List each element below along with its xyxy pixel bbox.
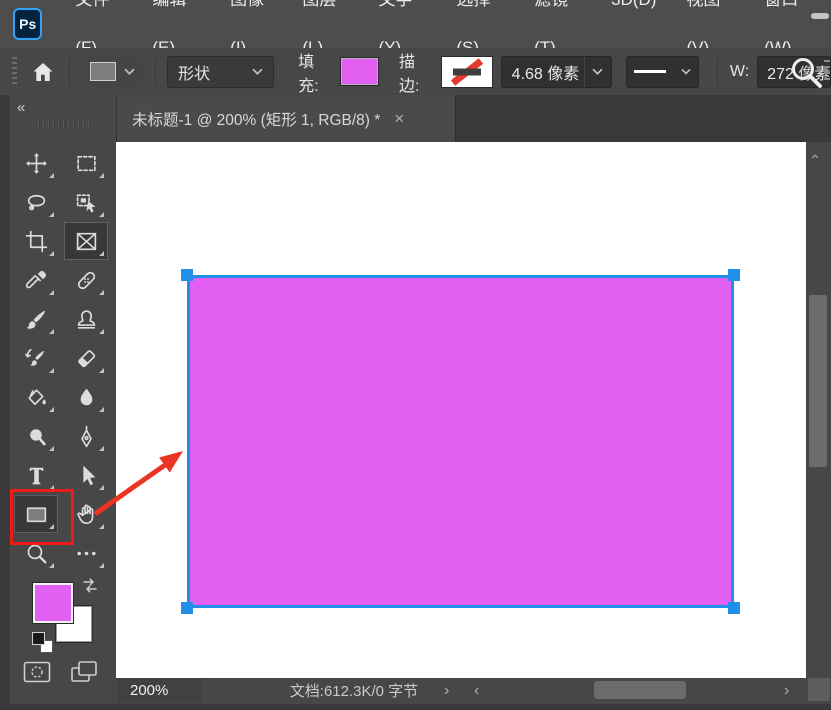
photoshop-logo-icon: Ps — [13, 8, 42, 40]
stroke-color-swatch[interactable] — [442, 57, 492, 87]
foreground-color-swatch[interactable] — [33, 583, 73, 623]
scroll-left-icon[interactable]: ‹ — [474, 678, 479, 703]
tools-panel: « — [10, 95, 117, 704]
screen-mode-icon[interactable] — [70, 659, 100, 685]
path-selection-tool[interactable] — [64, 456, 108, 494]
blur-tool[interactable] — [64, 378, 108, 416]
default-colors-icon[interactable] — [32, 632, 56, 654]
window-control-dash[interactable] — [811, 13, 829, 19]
collapse-panel-button[interactable]: « — [17, 99, 24, 116]
frame-tool[interactable] — [64, 222, 108, 260]
rectangle-preset-icon — [90, 62, 116, 81]
scroll-right-icon[interactable]: › — [784, 678, 789, 703]
status-expand-icon[interactable]: › — [444, 678, 449, 703]
left-edge-gutter — [0, 95, 10, 704]
options-bar: 形状 填充: 描边: 4.68 像素 W — [0, 48, 831, 97]
object-selection-tool[interactable] — [64, 183, 108, 221]
handle-top-right[interactable] — [728, 269, 740, 281]
document-tab-bar: 未标题-1 @ 200% (矩形 1, RGB/8) * × — [116, 95, 831, 142]
dodge-tool[interactable] — [14, 417, 58, 455]
handle-bottom-right[interactable] — [728, 602, 740, 614]
magenta-rectangle-shape[interactable] — [187, 275, 734, 608]
chevron-down-icon[interactable] — [584, 57, 611, 87]
crop-tool[interactable] — [14, 222, 58, 260]
healing-brush-tool[interactable] — [64, 261, 108, 299]
document-title: 未标题-1 @ 200% (矩形 1, RGB/8) * — [132, 108, 380, 130]
menu-bar: Ps 文件(F) 编辑(E) 图像(I) 图层(L) 文字(Y) 选择(S) 滤… — [0, 0, 831, 49]
vertical-scroll-thumb[interactable] — [809, 295, 827, 467]
scrollbar-corner — [808, 678, 830, 701]
stroke-width-field[interactable]: 4.68 像素 — [501, 56, 612, 88]
stroke-label: 描边: — [399, 48, 433, 96]
eraser-tool[interactable] — [64, 339, 108, 377]
document-canvas[interactable] — [116, 142, 806, 678]
photoshop-window: Ps 文件(F) 编辑(E) 图像(I) 图层(L) 文字(Y) 选择(S) 滤… — [0, 0, 831, 710]
more-tools[interactable] — [64, 534, 108, 572]
document-size-info: 文档:612.3K/0 字节 — [244, 678, 464, 703]
rectangle-tool[interactable] — [14, 495, 58, 533]
lasso-tool[interactable] — [14, 183, 58, 221]
zoom-tool[interactable] — [14, 534, 58, 572]
fill-color-swatch[interactable] — [341, 58, 378, 85]
width-label: W: — [730, 63, 749, 81]
brush-tool[interactable] — [14, 300, 58, 338]
panel-grip[interactable] — [38, 120, 90, 129]
quick-mask-icon[interactable] — [23, 661, 51, 683]
options-grip[interactable] — [12, 57, 17, 87]
pen-tool[interactable] — [64, 417, 108, 455]
zoom-cursor-icon — [789, 55, 825, 91]
handle-bottom-left[interactable] — [181, 602, 193, 614]
stroke-style-select[interactable] — [626, 56, 699, 88]
zoom-level-field[interactable]: 200% — [117, 678, 202, 703]
chevron-down-icon — [124, 68, 135, 75]
tool-mode-select[interactable]: 形状 — [167, 56, 274, 88]
clone-stamp-tool[interactable] — [64, 300, 108, 338]
history-brush-tool[interactable] — [14, 339, 58, 377]
horizontal-scroll-thumb[interactable] — [594, 681, 686, 699]
solid-line-icon — [634, 70, 666, 73]
close-tab-icon[interactable]: × — [394, 109, 404, 129]
eyedropper-tool[interactable] — [14, 261, 58, 299]
handle-top-left[interactable] — [181, 269, 193, 281]
gradient-tool[interactable] — [14, 378, 58, 416]
hand-tool[interactable] — [64, 495, 108, 533]
status-bar: 200% 文档:612.3K/0 字节 › ‹ › — [116, 678, 831, 704]
home-button[interactable] — [30, 57, 58, 87]
move-tool[interactable] — [14, 144, 58, 182]
chevron-down-icon — [681, 68, 691, 75]
scroll-up-icon[interactable]: › — [806, 154, 823, 159]
swap-colors-icon[interactable] — [80, 577, 100, 595]
home-icon — [31, 60, 55, 84]
document-tab[interactable]: 未标题-1 @ 200% (矩形 1, RGB/8) * × — [116, 95, 456, 142]
fill-label: 填充: — [298, 48, 332, 96]
type-tool[interactable] — [14, 456, 58, 494]
chevron-down-icon — [252, 68, 263, 75]
vertical-scrollbar[interactable]: › — [806, 142, 831, 678]
tool-preset-picker[interactable] — [82, 57, 143, 87]
window-bottom-edge — [0, 704, 831, 710]
marquee-tool[interactable] — [64, 144, 108, 182]
